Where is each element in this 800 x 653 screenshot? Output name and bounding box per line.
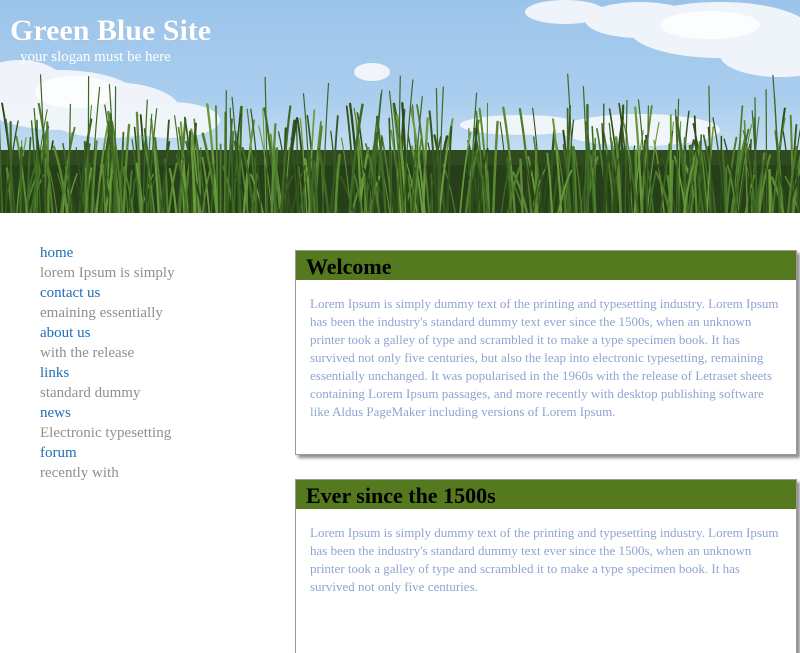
content-section-ever-since: Ever since the 1500s Lorem Ipsum is simp… xyxy=(295,479,797,653)
page: Green Blue Site your slogan must be here… xyxy=(0,0,800,653)
section-body-text: Lorem Ipsum is simply dummy text of the … xyxy=(310,296,779,419)
sidebar-item-news: news Electronic typesetting xyxy=(40,403,260,443)
header-banner: Green Blue Site your slogan must be here xyxy=(0,0,800,213)
nav-description: lorem Ipsum is simply xyxy=(40,265,175,281)
section-body-text: Lorem Ipsum is simply dummy text of the … xyxy=(310,525,779,594)
nav-link-news[interactable]: news xyxy=(40,403,260,423)
sidebar-nav: home lorem Ipsum is simply contact us em… xyxy=(40,243,260,483)
sidebar-item-links: links standard dummy xyxy=(40,363,260,403)
sidebar-item-about-us: about us with the release xyxy=(40,323,260,363)
nav-link-forum[interactable]: forum xyxy=(40,443,260,463)
section-heading: Welcome xyxy=(296,251,796,280)
nav-link-links[interactable]: links xyxy=(40,363,260,383)
nav-description: with the release xyxy=(40,345,135,361)
nav-link-contact-us[interactable]: contact us xyxy=(40,283,260,303)
nav-link-home[interactable]: home xyxy=(40,243,260,263)
sidebar-item-contact-us: contact us emaining essentially xyxy=(40,283,260,323)
nav-link-about-us[interactable]: about us xyxy=(40,323,260,343)
site-title: Green Blue Site xyxy=(10,14,212,47)
nav-description: emaining essentially xyxy=(40,305,163,321)
sidebar-item-home: home lorem Ipsum is simply xyxy=(40,243,260,283)
content-section-welcome: Welcome Lorem Ipsum is simply dummy text… xyxy=(295,250,797,455)
nav-description: Electronic typesetting xyxy=(40,425,172,441)
nav-description: standard dummy xyxy=(40,385,141,401)
sidebar-item-forum: forum recently with xyxy=(40,443,260,483)
section-heading: Ever since the 1500s xyxy=(296,480,796,509)
nav-description: recently with xyxy=(40,465,119,481)
site-slogan: your slogan must be here xyxy=(20,49,171,65)
